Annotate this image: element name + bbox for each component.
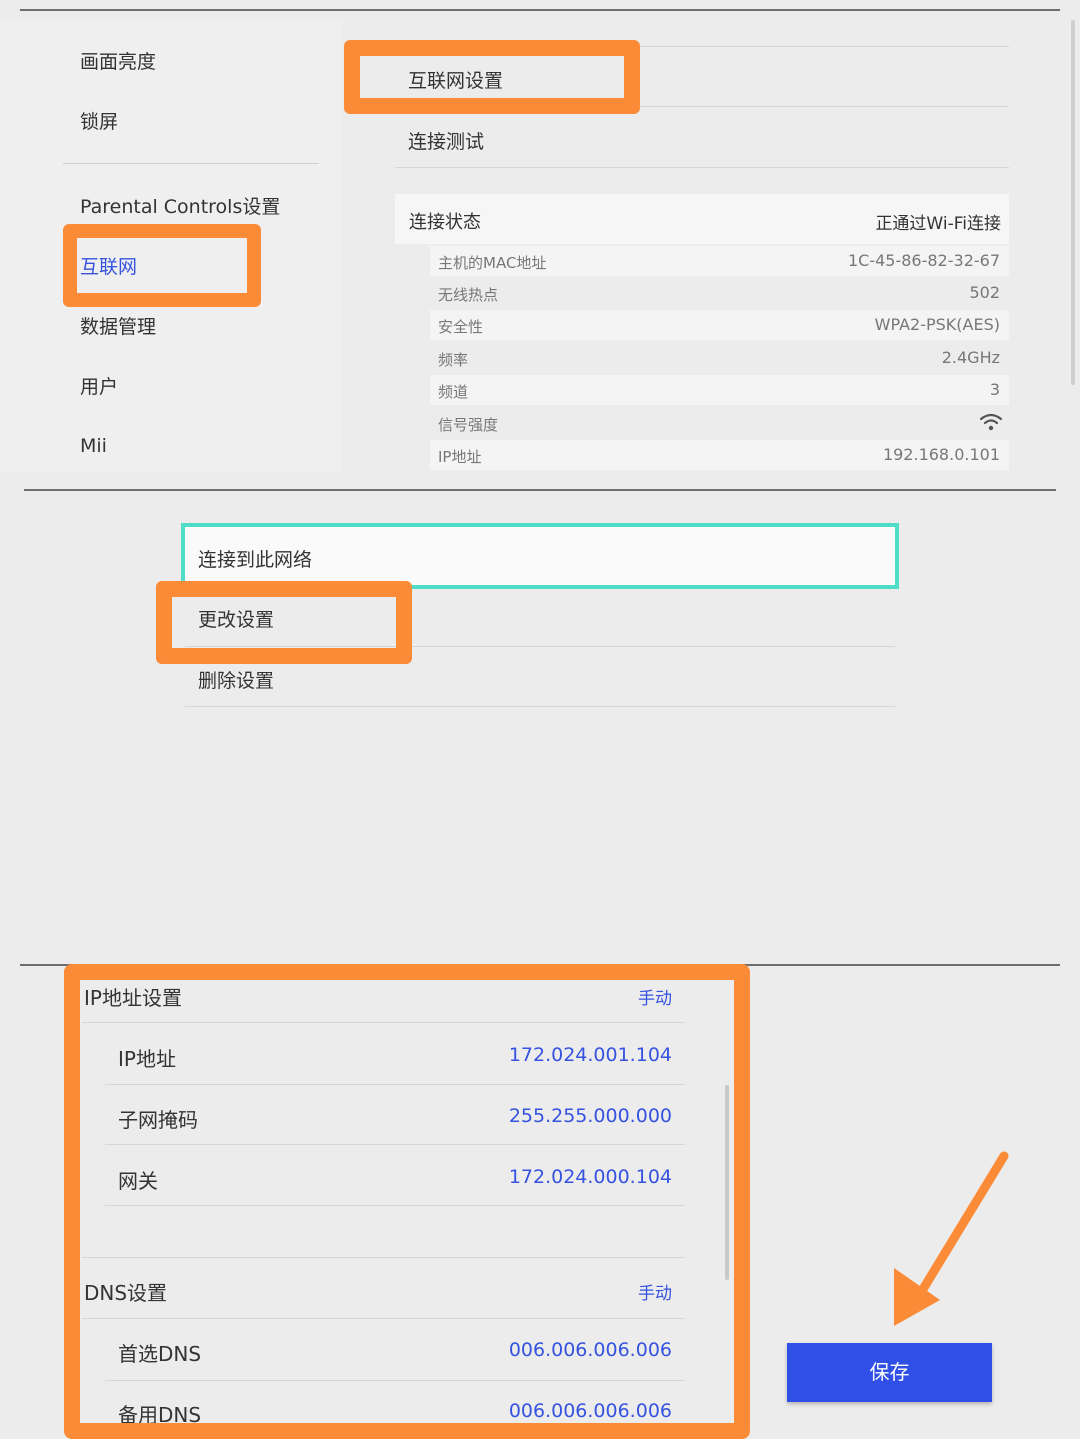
highlight-internet-settings: [344, 40, 640, 114]
info-label: IP地址: [438, 448, 482, 466]
panel-divider-1: [24, 489, 1056, 491]
info-label: 频道: [438, 383, 469, 401]
arrow-pointer-icon: [894, 1151, 1009, 1326]
sidebar-item-parental-controls[interactable]: Parental Controls设置: [80, 195, 280, 219]
connection-status-value: 正通过Wi-Fi连接: [875, 214, 1001, 234]
info-label: 安全性: [438, 318, 484, 336]
connection-test-item[interactable]: 连接测试: [408, 127, 484, 154]
info-row-signal: 信号强度: [430, 408, 1009, 438]
info-value: 1C-45-86-82-32-67: [847, 251, 1000, 270]
info-value: 192.168.0.101: [882, 445, 1000, 464]
info-label: 无线热点: [438, 286, 499, 304]
sidebar-item-users[interactable]: 用户: [80, 375, 118, 399]
info-row-frequency: 频率 2.4GHz: [430, 343, 1009, 373]
connect-network-label: 连接到此网络: [198, 549, 313, 571]
highlight-internet: [63, 224, 261, 307]
info-value: WPA2-PSK(AES): [874, 315, 1000, 334]
info-row-security: 安全性 WPA2-PSK(AES): [430, 310, 1009, 340]
highlight-ip-dns-settings: [64, 964, 750, 1439]
sidebar-item-data-management[interactable]: 数据管理: [80, 315, 156, 339]
info-label: 频率: [438, 351, 469, 369]
sidebar-item-lock-screen[interactable]: 锁屏: [80, 110, 118, 134]
sidebar-divider: [63, 163, 319, 164]
info-label: 信号强度: [438, 416, 499, 434]
option-divider-2: [185, 706, 895, 707]
delete-settings-option[interactable]: 删除设置: [198, 666, 274, 693]
info-value: 3: [989, 380, 1000, 399]
wifi-icon: [979, 412, 1003, 436]
right-scrollbar[interactable]: [1071, 20, 1075, 385]
sidebar-item-mii[interactable]: Mii: [80, 434, 107, 458]
info-row-hotspot: 无线热点 502: [430, 278, 1009, 308]
info-value: 2.4GHz: [941, 348, 1000, 367]
info-label: 主机的MAC地址: [438, 254, 547, 272]
info-row-channel: 频道 3: [430, 375, 1009, 405]
info-row-ip: IP地址 192.168.0.101: [430, 440, 1009, 470]
info-row-mac: 主机的MAC地址 1C-45-86-82-32-67: [430, 246, 1009, 276]
menu-divider-2: [395, 167, 1009, 168]
top-divider: [20, 9, 1060, 11]
save-button[interactable]: 保存: [787, 1343, 992, 1402]
info-value: 502: [969, 283, 1000, 302]
connection-status-label: 连接状态: [409, 212, 481, 233]
highlight-change-settings: [156, 581, 412, 664]
connection-status-header: 连接状态 正通过Wi-Fi连接: [395, 194, 1009, 244]
sidebar-item-brightness[interactable]: 画面亮度: [80, 50, 156, 74]
